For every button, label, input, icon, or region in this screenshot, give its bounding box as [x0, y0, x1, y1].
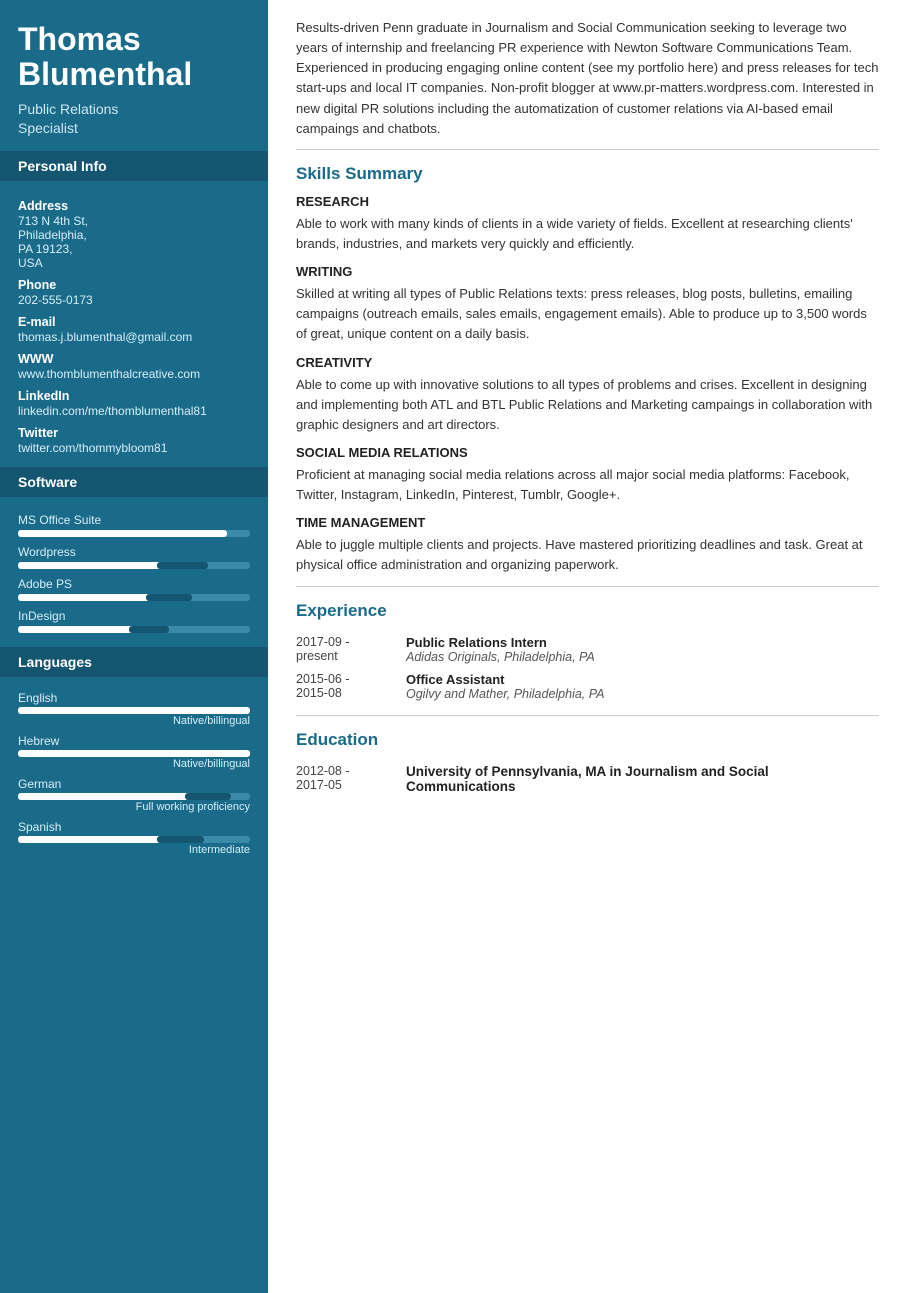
skill-name: TIME MANAGEMENT: [296, 515, 879, 530]
personal-info-header: Personal Info: [0, 151, 268, 181]
exp-org: Adidas Originals, Philadelphia, PA: [406, 650, 879, 664]
edu-degree: University of Pennsylvania, MA in Journa…: [406, 764, 879, 794]
skill-desc: Proficient at managing social media rela…: [296, 465, 879, 505]
skill-desc: Able to juggle multiple clients and proj…: [296, 535, 879, 575]
address-label: Address: [0, 193, 268, 214]
edu-date: 2012-08 -2017-05: [296, 760, 406, 798]
table-row: 2012-08 -2017-05 University of Pennsylva…: [296, 760, 879, 798]
personal-info-section: Address 713 N 4th St,Philadelphia,PA 191…: [0, 189, 268, 467]
skills-section-title: Skills Summary: [296, 164, 879, 184]
sidebar-header: Thomas Blumenthal Public RelationsSpecia…: [0, 0, 268, 151]
divider: [296, 149, 879, 150]
education-table: 2012-08 -2017-05 University of Pennsylva…: [296, 760, 879, 798]
email-value: thomas.j.blumenthal@gmail.com: [0, 330, 268, 346]
experience-section-title: Experience: [296, 601, 879, 621]
skill-name: RESEARCH: [296, 194, 879, 209]
twitter-label: Twitter: [0, 420, 268, 441]
divider: [296, 586, 879, 587]
www-value: www.thomblumenthalcreative.com: [0, 367, 268, 383]
phone-label: Phone: [0, 272, 268, 293]
language-bar: [18, 707, 250, 714]
skill-name: WRITING: [296, 264, 879, 279]
education-section-title: Education: [296, 730, 879, 750]
languages-section: English Native/billingual Hebrew Native/…: [0, 685, 268, 871]
language-item: Hebrew Native/billingual: [0, 732, 268, 770]
skill-desc: Able to come up with innovative solution…: [296, 375, 879, 435]
www-label: WWW: [0, 346, 268, 367]
exp-details: Public Relations Intern Adidas Originals…: [406, 631, 879, 668]
exp-org: Ogilvy and Mather, Philadelphia, PA: [406, 687, 879, 701]
linkedin-value: linkedin.com/me/thomblumenthal81: [0, 404, 268, 420]
software-item: Adobe PS: [0, 573, 268, 605]
twitter-value: twitter.com/thommybloom81: [0, 441, 268, 457]
skill-name: SOCIAL MEDIA RELATIONS: [296, 445, 879, 460]
skill-name: CREATIVITY: [296, 355, 879, 370]
skill-desc: Able to work with many kinds of clients …: [296, 214, 879, 254]
skill-item: CREATIVITY Able to come up with innovati…: [296, 355, 879, 435]
exp-role: Public Relations Intern: [406, 635, 879, 650]
skill-item: RESEARCH Able to work with many kinds of…: [296, 194, 879, 254]
linkedin-label: LinkedIn: [0, 383, 268, 404]
skill-item: WRITING Skilled at writing all types of …: [296, 264, 879, 344]
language-bar: [18, 793, 250, 800]
exp-role: Office Assistant: [406, 672, 879, 687]
language-bar: [18, 836, 250, 843]
table-row: 2017-09 -present Public Relations Intern…: [296, 631, 879, 668]
candidate-name: Thomas Blumenthal: [18, 22, 250, 92]
edu-details: University of Pennsylvania, MA in Journa…: [406, 760, 879, 798]
software-bar: [18, 594, 250, 601]
phone-value: 202-555-0173: [0, 293, 268, 309]
sidebar: Thomas Blumenthal Public RelationsSpecia…: [0, 0, 268, 1293]
skill-item: SOCIAL MEDIA RELATIONS Proficient at man…: [296, 445, 879, 505]
divider: [296, 715, 879, 716]
experience-table: 2017-09 -present Public Relations Intern…: [296, 631, 879, 705]
language-item: English Native/billingual: [0, 689, 268, 727]
email-label: E-mail: [0, 309, 268, 330]
software-item: MS Office Suite: [0, 509, 268, 541]
software-section: MS Office Suite Wordpress Adobe PS InDes…: [0, 505, 268, 647]
language-item: German Full working proficiency: [0, 775, 268, 813]
exp-details: Office Assistant Ogilvy and Mather, Phil…: [406, 668, 879, 705]
software-bar: [18, 562, 250, 569]
exp-date: 2015-06 -2015-08: [296, 668, 406, 705]
summary-text: Results-driven Penn graduate in Journali…: [296, 18, 879, 139]
software-item: InDesign: [0, 605, 268, 637]
skill-desc: Skilled at writing all types of Public R…: [296, 284, 879, 344]
language-bar: [18, 750, 250, 757]
skills-list: RESEARCH Able to work with many kinds of…: [296, 194, 879, 576]
languages-header: Languages: [0, 647, 268, 677]
main-content: Results-driven Penn graduate in Journali…: [268, 0, 907, 1293]
software-item: Wordpress: [0, 541, 268, 573]
candidate-title: Public RelationsSpecialist: [18, 100, 250, 136]
language-item: Spanish Intermediate: [0, 818, 268, 856]
address-value: 713 N 4th St,Philadelphia,PA 19123,USA: [0, 214, 268, 272]
software-bar: [18, 530, 250, 537]
exp-date: 2017-09 -present: [296, 631, 406, 668]
skill-item: TIME MANAGEMENT Able to juggle multiple …: [296, 515, 879, 575]
software-header: Software: [0, 467, 268, 497]
software-bar: [18, 626, 250, 633]
table-row: 2015-06 -2015-08 Office Assistant Ogilvy…: [296, 668, 879, 705]
